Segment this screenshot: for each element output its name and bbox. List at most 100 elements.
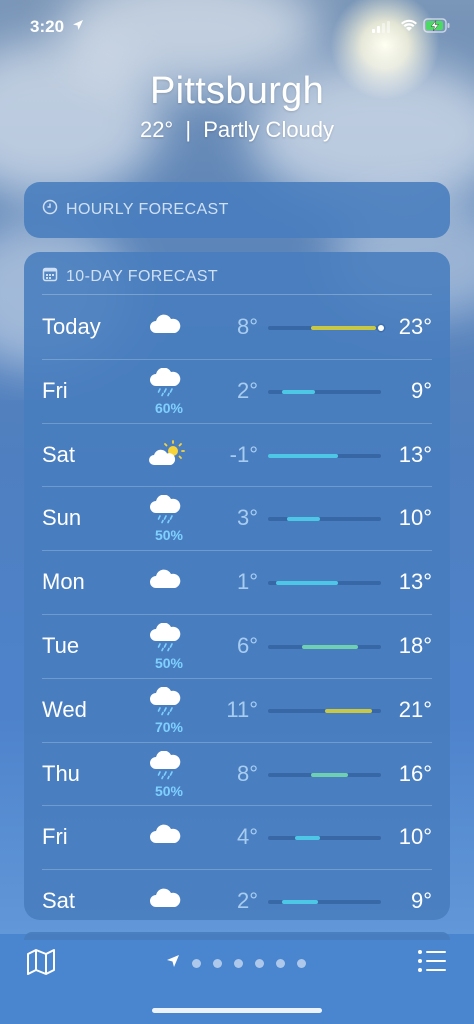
current-temp-dot [378,325,385,331]
forecast-row[interactable]: Sat 2° 9° [42,870,432,933]
temp-range-fill [310,772,349,777]
high-temp: 13° [398,569,432,595]
low-temp: 8° [236,760,258,786]
high-temp: 10° [398,505,432,531]
forecast-row[interactable]: Tue 50% 6° 18° [42,615,432,679]
precip-chance: 70% [154,718,184,735]
calendar-icon [42,266,58,287]
high-temp: 16° [398,760,432,786]
list-icon[interactable] [417,948,447,979]
temp-range-bar [268,581,381,586]
forecast-row[interactable]: Thu 50% 8° 16° [42,743,432,807]
header-divider [42,294,432,295]
cloud-rain-icon [148,622,192,653]
forecast-row[interactable]: Fri 60% 2° 9° [42,360,432,424]
low-temp: 2° [236,888,258,914]
cloud-icon [148,567,192,597]
low-temp: -1° [229,441,258,467]
temp-range-bar [268,836,381,841]
temp-range-bar [268,772,381,777]
hourly-forecast-title: HOURLY FORECAST [66,200,229,218]
forecast-day: Fri [42,377,68,403]
location-arrow-icon [72,18,84,36]
low-temp: 1° [236,569,258,595]
temp-range-fill [281,389,316,394]
temp-range-fill [281,900,318,905]
low-temp: 2° [236,377,258,403]
condition-text: Partly Cloudy [203,117,335,142]
status-time: 3:20 [30,17,65,36]
forecast-row[interactable]: Today 8° 23° [42,296,432,360]
low-temp: 3° [236,505,258,531]
ten-day-forecast-title: 10-DAY FORECAST [66,267,219,285]
cloud-icon [148,886,192,916]
forecast-rows: Today 8° 23° Fri 60% 2° 9° Sat -1° 13° Sun 50% 3° 10°… [24,296,450,933]
clock-icon [42,199,58,220]
temp-range-bar [268,389,381,394]
home-indicator[interactable] [152,1008,322,1013]
temp-range-fill [275,581,339,586]
temp-range-bar [268,900,381,905]
page-dot[interactable] [213,959,222,968]
forecast-row[interactable]: Sat -1° 13° [42,424,432,488]
precip-chance: 60% [154,399,184,416]
forecast-row[interactable]: Sun 50% 3° 10° [42,487,432,552]
hourly-forecast-header: HOURLY FORECAST [42,199,229,220]
map-icon[interactable] [26,948,56,981]
forecast-day: Sun [42,505,82,531]
cellular-signal-icon [372,20,390,38]
temp-range-bar [268,325,385,331]
precip-chance: 50% [154,654,184,671]
forecast-day: Tue [42,632,80,658]
temp-range-bar [268,708,381,713]
page-indicator[interactable] [166,954,306,973]
precip-chance: 50% [154,527,184,544]
low-temp: 8° [236,314,258,339]
high-temp: 23° [398,314,432,339]
page-dot[interactable] [255,959,264,968]
status-bar: 3:20 [0,0,474,56]
cloud-rain-icon [148,686,192,717]
forecast-day: Thu [42,760,80,786]
forecast-day: Mon [42,569,85,595]
cloud-rain-icon [148,750,192,781]
temp-range-fill [295,836,320,841]
page-dot[interactable] [276,959,285,968]
forecast-day: Wed [42,696,87,722]
high-temp: 18° [398,632,432,658]
current-temp: 22° [139,117,174,142]
low-temp: 4° [236,824,258,850]
forecast-row[interactable]: Fri 4° 10° [42,806,432,871]
temp-range-fill [324,708,372,713]
temp-range-fill [268,453,339,458]
low-temp: 11° [226,696,258,722]
temp-range-fill [310,326,377,330]
hourly-forecast-card[interactable]: HOURLY FORECAST [24,182,450,238]
temp-range-fill [287,517,320,522]
location-arrow-page-icon [166,954,180,973]
cloud-rain-icon [148,494,192,525]
temp-range-bar [268,453,381,458]
page-dot[interactable] [297,959,306,968]
wifi-icon [400,18,418,37]
temp-range-bar [268,644,381,649]
forecast-day: Fri [42,824,68,850]
forecast-row[interactable]: Wed 70% 11° 21° [42,679,432,743]
temp-range-bar [268,517,381,522]
forecast-day: Sat [42,441,76,467]
high-temp: 10° [398,824,432,850]
high-temp: 9° [410,377,432,403]
cloud-rain-icon [148,367,192,398]
cloud-icon [148,822,192,852]
forecast-day: Today [42,314,101,339]
high-temp: 9° [410,888,432,914]
page-dot[interactable] [234,959,243,968]
forecast-row[interactable]: Mon 1° 13° [42,551,432,615]
current-conditions: 22° | Partly Cloudy [0,117,474,143]
conditions-separator: | [185,117,192,142]
page-dot[interactable] [192,959,201,968]
high-temp: 13° [398,441,432,467]
temp-range-fill [301,644,359,649]
partly-sunny-icon [148,439,192,470]
low-temp: 6° [236,632,258,658]
